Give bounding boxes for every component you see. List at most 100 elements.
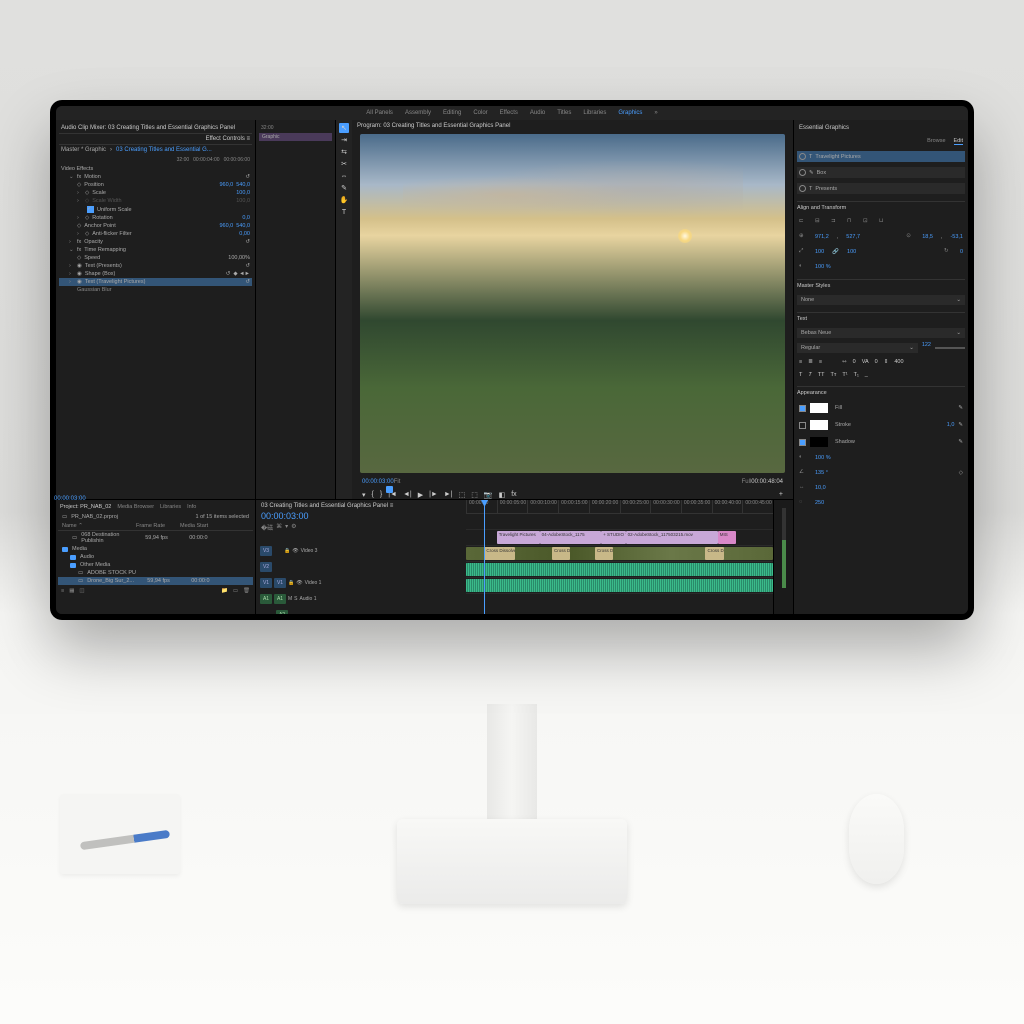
small-caps-icon[interactable]: Tт bbox=[830, 372, 836, 378]
shape-box-effect[interactable]: Shape (Box) bbox=[85, 271, 116, 277]
speed-value[interactable]: 100,00% bbox=[228, 255, 250, 261]
a1-source[interactable]: A1 bbox=[260, 594, 272, 604]
position-y[interactable]: 540,0 bbox=[236, 182, 250, 188]
snap-icon[interactable]: �磁 bbox=[261, 523, 273, 532]
text-presents-effect[interactable]: Text (Presents) bbox=[85, 263, 122, 269]
align-center-h-icon[interactable]: ⊟ bbox=[815, 218, 823, 226]
icon-view-icon[interactable]: ▦ bbox=[69, 588, 74, 594]
eg-pos-x[interactable]: 971,2 bbox=[815, 234, 829, 240]
v1-source[interactable]: V1 bbox=[260, 578, 272, 588]
stopwatch-icon[interactable]: ◇ bbox=[959, 470, 963, 476]
export-frame-icon[interactable]: 📷 bbox=[484, 491, 493, 499]
v3-target[interactable]: V3 bbox=[260, 546, 272, 556]
bin-item[interactable]: Media bbox=[58, 545, 253, 553]
hand-tool[interactable]: ✋ bbox=[339, 195, 349, 205]
type-tool[interactable]: T bbox=[339, 207, 349, 217]
position-x[interactable]: 960,0 bbox=[219, 182, 233, 188]
stroke-swatch[interactable] bbox=[810, 420, 828, 430]
stopwatch-icon[interactable]: ◇ bbox=[85, 231, 89, 237]
uniform-scale-checkbox[interactable]: ✓ bbox=[87, 206, 94, 213]
layer-item[interactable]: ✎Box bbox=[797, 167, 965, 178]
bin-item[interactable]: ▭068 Destination Publishin59,94 fps00:00… bbox=[58, 531, 253, 545]
timeline-tc[interactable]: 00:00:03:00 bbox=[261, 509, 461, 523]
eyedropper-icon[interactable]: ✎ bbox=[958, 439, 963, 445]
step-back-icon[interactable]: ◄| bbox=[403, 491, 412, 499]
clip-studio[interactable]: + STUDIO 7 bbox=[601, 531, 626, 544]
edit-tab[interactable]: Edit bbox=[954, 138, 963, 145]
bin-item[interactable]: ▭ADOBE STOCK PU bbox=[58, 569, 253, 577]
bin-item[interactable]: Audio bbox=[58, 553, 253, 561]
time-remap-effect[interactable]: Time Remapping bbox=[84, 247, 126, 253]
faux-italic-icon[interactable]: T bbox=[808, 372, 811, 378]
ripple-edit-tool[interactable]: ⇆ bbox=[339, 147, 349, 157]
extract-icon[interactable]: ⬚ bbox=[471, 491, 478, 499]
rotation-value[interactable]: 0,0 bbox=[242, 215, 250, 221]
clip-adobe1[interactable]: 04-AdobeStock_1175 bbox=[540, 531, 601, 544]
lift-icon[interactable]: ⬚ bbox=[459, 491, 466, 499]
ws-titles[interactable]: Titles bbox=[557, 110, 571, 116]
font-size-input[interactable]: 122 bbox=[922, 342, 931, 354]
playhead[interactable] bbox=[484, 500, 485, 614]
align-right-icon[interactable]: ≡ bbox=[819, 359, 822, 365]
track-a1[interactable] bbox=[466, 562, 773, 578]
program-tc-left[interactable]: 00:00:03:00 bbox=[362, 479, 394, 485]
settings-icon[interactable]: ⚙ bbox=[291, 523, 296, 532]
anchor-x[interactable]: 960,0 bbox=[219, 223, 233, 229]
col-name[interactable]: Name ⌃ bbox=[62, 523, 132, 529]
font-dropdown[interactable]: Bebas Neue⌄ bbox=[797, 328, 965, 338]
fill-swatch[interactable] bbox=[810, 403, 828, 413]
ws-audio[interactable]: Audio bbox=[530, 110, 545, 116]
clip-mis[interactable]: MIS bbox=[718, 531, 736, 544]
anchor-y[interactable]: 540,0 bbox=[236, 223, 250, 229]
ws-color[interactable]: Color bbox=[473, 110, 487, 116]
reset-icon[interactable]: ↺ bbox=[245, 174, 250, 180]
col-framerate[interactable]: Frame Rate bbox=[136, 523, 176, 529]
superscript-icon[interactable]: T¹ bbox=[842, 372, 847, 378]
step-forward-icon[interactable]: |► bbox=[429, 491, 438, 499]
faux-bold-icon[interactable]: T bbox=[799, 372, 802, 378]
eg-anchor-y[interactable]: -53,1 bbox=[950, 234, 963, 240]
track-lock-icon[interactable]: 🔒 bbox=[284, 548, 290, 554]
fill-checkbox[interactable] bbox=[799, 405, 806, 412]
track-solo-icon[interactable]: S bbox=[294, 596, 297, 602]
underline-icon[interactable]: _ bbox=[865, 372, 868, 378]
track-output-icon[interactable]: 👁 bbox=[292, 548, 298, 554]
align-left-icon[interactable]: ≡ bbox=[799, 359, 802, 365]
razor-tool[interactable]: ✂ bbox=[339, 159, 349, 169]
libraries-tab[interactable]: Libraries bbox=[160, 504, 181, 510]
gaussian-blur-effect[interactable]: Gaussian Blur bbox=[77, 287, 112, 293]
all-caps-icon[interactable]: TT bbox=[818, 372, 825, 378]
stroke-checkbox[interactable] bbox=[799, 422, 806, 429]
browse-tab[interactable]: Browse bbox=[927, 138, 945, 145]
go-to-out-icon[interactable]: ►| bbox=[444, 491, 453, 499]
stopwatch-icon[interactable]: ◇ bbox=[77, 223, 81, 229]
reset-icon[interactable]: ↺ bbox=[245, 279, 250, 285]
track-v3[interactable] bbox=[466, 514, 773, 530]
ws-effects[interactable]: Effects bbox=[500, 110, 518, 116]
track-a2[interactable] bbox=[466, 578, 773, 594]
tracking-input[interactable]: 0 bbox=[853, 359, 856, 365]
ws-all-panels[interactable]: All Panels bbox=[366, 110, 393, 116]
project-tab[interactable]: Project: PR_NAB_02 bbox=[60, 504, 111, 510]
clip-travelight[interactable]: Travelight Pictures bbox=[497, 531, 540, 544]
ws-overflow-icon[interactable]: » bbox=[654, 110, 657, 116]
eg-pos-y[interactable]: 527,7 bbox=[846, 234, 860, 240]
visibility-icon[interactable]: ◉ bbox=[77, 271, 82, 277]
track-output-icon[interactable]: 👁 bbox=[296, 580, 302, 586]
master-style-dropdown[interactable]: None⌄ bbox=[797, 295, 965, 305]
fx-badge-icon[interactable]: fx bbox=[511, 491, 516, 499]
motion-effect[interactable]: Motion bbox=[84, 174, 101, 180]
mark-in-icon[interactable]: { bbox=[372, 491, 374, 499]
reset-icon[interactable]: ↺ bbox=[226, 271, 231, 277]
clip-adobe2[interactable]: 02-AdobeStock_117503215.mov bbox=[626, 531, 718, 544]
eg-opacity[interactable]: 100 % bbox=[815, 264, 831, 270]
effect-controls-tab[interactable]: Effect Controls ≡ bbox=[59, 134, 252, 145]
marker-icon[interactable]: ▾ bbox=[285, 523, 288, 532]
slip-tool[interactable]: ⇔ bbox=[339, 171, 349, 181]
text-travelight-effect[interactable]: Text (Travelight Pictures) bbox=[85, 279, 146, 285]
opacity-effect[interactable]: Opacity bbox=[84, 239, 103, 245]
ws-assembly[interactable]: Assembly bbox=[405, 110, 431, 116]
shadow-distance[interactable]: 10,0 bbox=[815, 485, 826, 491]
align-right-icon[interactable]: ⊐ bbox=[831, 218, 839, 226]
kerning-input[interactable]: 0 bbox=[875, 359, 878, 365]
